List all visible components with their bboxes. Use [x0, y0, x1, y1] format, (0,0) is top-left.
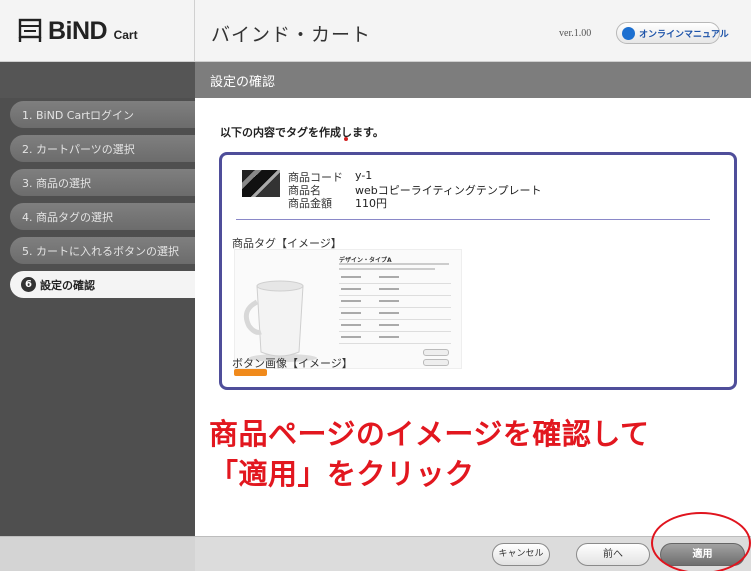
apply-button[interactable]: 適用: [660, 543, 745, 566]
divider: [236, 219, 710, 220]
preview-row: [339, 322, 451, 332]
preview-row: [339, 334, 451, 344]
sidebar-step-label: 1. BiND Cartログイン: [22, 109, 135, 122]
online-manual-button[interactable]: オンラインマニュアル: [616, 22, 729, 44]
sidebar-step-product[interactable]: 3. 商品の選択: [10, 169, 195, 196]
preview-row: [339, 286, 451, 296]
preview-row: [339, 274, 451, 284]
product-price-value: 110円: [355, 197, 387, 210]
sidebar-top: [0, 62, 195, 98]
sidebar-step-label: 4. 商品タグの選択: [22, 211, 113, 224]
mug-image: [243, 280, 317, 362]
section-header: 設定の確認: [195, 62, 751, 98]
sidebar-step-confirm[interactable]: 6 設定の確認: [10, 271, 195, 298]
manual-icon: [622, 27, 635, 40]
cart-button-image: [234, 369, 267, 376]
cancel-button[interactable]: キャンセル: [492, 543, 550, 566]
logo-main: BiND: [48, 17, 108, 45]
logo: BiND Cart: [0, 0, 195, 62]
step-number-badge: 6: [21, 277, 36, 292]
annotation-text: 商品ページのイメージを確認して 「適用」をクリック: [209, 414, 649, 494]
footer-left: [0, 537, 195, 571]
sidebar-step-label: 2. カートパーツの選択: [22, 143, 135, 156]
sidebar-step-cart-parts[interactable]: 2. カートパーツの選択: [10, 135, 195, 162]
preview-row: [339, 298, 451, 308]
version-label: ver.1.00: [559, 28, 592, 39]
main-content: 以下の内容でタグを作成します。 商品コード y-1 商品名 webコピーライティ…: [195, 98, 751, 536]
logo-sub: Cart: [113, 28, 138, 42]
sidebar-step-label: 5. カートに入れるボタンの選択: [22, 245, 179, 258]
preview-button: [423, 349, 449, 356]
preview-desc-line: [339, 268, 435, 270]
annotation-line-2: 「適用」をクリック: [209, 457, 475, 491]
prev-button[interactable]: 前へ: [576, 543, 650, 566]
product-tag-preview: デザイン・タイプA: [234, 249, 462, 369]
sidebar-step-product-tag[interactable]: 4. 商品タグの選択: [10, 203, 195, 230]
red-dot: [344, 137, 348, 141]
confirm-box: 商品コード y-1 商品名 webコピーライティングテンプレート 商品金額 11…: [219, 152, 737, 390]
online-manual-label: オンラインマニュアル: [639, 30, 729, 40]
sidebar: 1. BiND Cartログイン 2. カートパーツの選択 3. 商品の選択 4…: [0, 62, 195, 536]
app-title: バインド・カート: [211, 24, 372, 46]
product-price-key: 商品金額: [288, 197, 332, 210]
sidebar-step-label: 設定の確認: [40, 279, 95, 292]
intro-text: 以下の内容でタグを作成します。: [220, 126, 384, 139]
footer-bar: キャンセル 前へ 適用: [0, 536, 751, 571]
app-header: BiND Cart バインド・カート ver.1.00 オンラインマニュアル: [0, 0, 751, 62]
annotation-line-1: 商品ページのイメージを確認して: [209, 417, 650, 451]
preview-button: [423, 359, 449, 366]
logo-text: BiND Cart: [48, 17, 138, 46]
sidebar-step-label: 3. 商品の選択: [22, 177, 91, 190]
product-code-value: y-1: [355, 169, 373, 182]
cart-icon: [18, 18, 42, 42]
sidebar-step-login[interactable]: 1. BiND Cartログイン: [10, 101, 195, 128]
preview-row: [339, 310, 451, 320]
product-thumbnail: [242, 170, 280, 197]
section-title: 設定の確認: [210, 75, 276, 90]
sidebar-step-cart-button[interactable]: 5. カートに入れるボタンの選択: [10, 237, 195, 264]
preview-desc-line: [339, 263, 449, 265]
